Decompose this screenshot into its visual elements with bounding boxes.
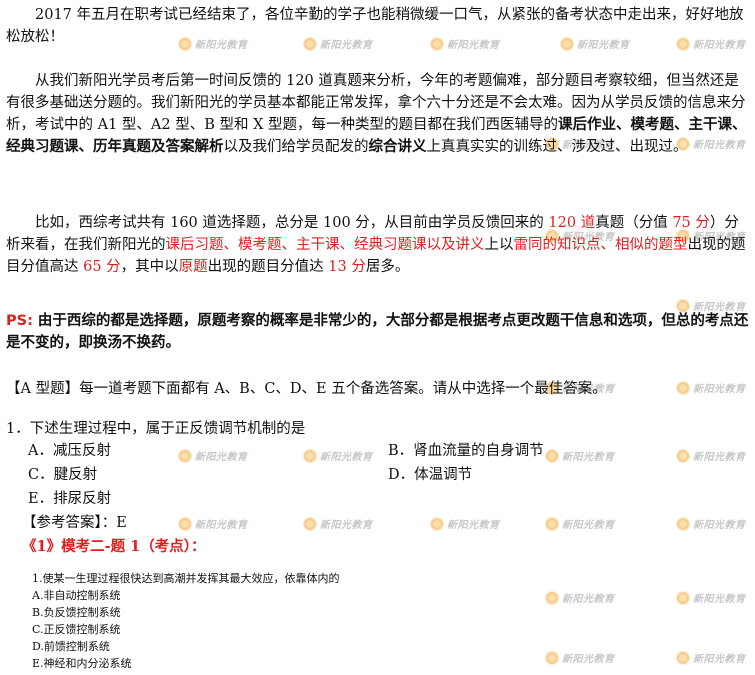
answer-value: E [116,515,127,531]
text-segment: 原题 [178,259,208,275]
ps-text: 由于西综的都是选择题，原题考察的概率是非常少的，大部分都是根据考点更改题干信息和… [6,312,749,351]
document-body: 2017 年五月在职考试已经结束了，各位辛勤的学子也能稍微缓一口气，从紧张的备考… [0,0,755,675]
text-segment: 120 道 [548,215,596,231]
text-segment: 综合讲义 [368,138,427,155]
reference-answer: 【参考答案】：E [22,512,127,534]
source-reference: 《1》模考二-题 1（考点）： [22,538,206,555]
text-segment: 真题（分值 [595,215,673,231]
text-segment: 75 分 [672,215,710,231]
text-segment: 课后习题、模考题、主干课、经典习题课以及讲义 [165,237,485,253]
intro-paragraph-2: 从我们新阳光学员考后第一时间反馈的 120 道真题来分析，今年的考题偏难，部分题… [6,70,750,158]
text-segment: 65 分 [83,259,121,275]
text-segment: 上真真实实的训练过、涉及过、出现过。 [426,139,688,155]
mock-question-stem: 1.使某一生理过程很快达到高潮并发挥其最大效应，依靠体内的 [32,572,340,585]
question-1-stem: 1．下述生理过程中，属于正反馈调节机制的是 [6,421,306,437]
type-header-text: 【A 型题】每一道考题下面都有 A、B、C、D、E 五个备选答案。请从中选择一个… [6,381,607,397]
option-d: D．体温调节 [388,467,473,483]
text-segment: ，其中以 [120,259,179,275]
text-segment: 雷同的知识点、相似的题型 [513,237,688,253]
intro-text-3: 比如，西综考试共有 160 道选择题，总分是 100 分，从目前由学员反馈回来的… [6,212,750,278]
option-b: B．肾血流量的自身调节 [388,443,544,459]
question-1: 1．下述生理过程中，属于正反馈调节机制的是 [6,418,750,440]
text-segment: 以及我们给学员配发的 [223,139,369,155]
text-segment: 出现的题目分值达 [207,259,329,275]
mock-option-b: B.负反馈控制系统 [32,606,121,619]
ps-label: PS: [6,313,33,329]
intro-text-2: 从我们新阳光学员考后第一时间反馈的 120 道真题来分析，今年的考题偏难，部分题… [6,70,750,158]
option-e: E．排尿反射 [28,491,112,507]
text-segment: 13 分 [328,259,366,275]
option-c: C．腱反射 [28,467,98,483]
mock-option-e: E.神经和内分泌系统 [32,657,132,670]
text-segment: 上以 [484,237,514,253]
option-a: A．减压反射 [28,443,111,459]
mock-option-d: D.前馈控制系统 [32,640,110,653]
text-segment: 居多。 [365,259,410,275]
mock-option-a: A.非自动控制系统 [32,589,121,602]
mock-option-c: C.正反馈控制系统 [32,623,121,636]
question-type-header: 【A 型题】每一道考题下面都有 A、B、C、D、E 五个备选答案。请从中选择一个… [6,378,750,400]
text-segment: 比如，西综考试共有 160 道选择题，总分是 100 分，从目前由学员反馈回来的 [35,215,549,231]
answer-label: 【参考答案】： [22,515,117,531]
ps-note: PS: 由于西综的都是选择题，原题考察的概率是非常少的，大部分都是根据考点更改题… [6,310,750,354]
intro-paragraph-1: 2017 年五月在职考试已经结束了，各位辛勤的学子也能稍微缓一口气，从紧张的备考… [6,4,750,48]
intro-text-1: 2017 年五月在职考试已经结束了，各位辛勤的学子也能稍微缓一口气，从紧张的备考… [6,7,744,45]
intro-paragraph-3: 比如，西综考试共有 160 道选择题，总分是 100 分，从目前由学员反馈回来的… [6,212,750,278]
